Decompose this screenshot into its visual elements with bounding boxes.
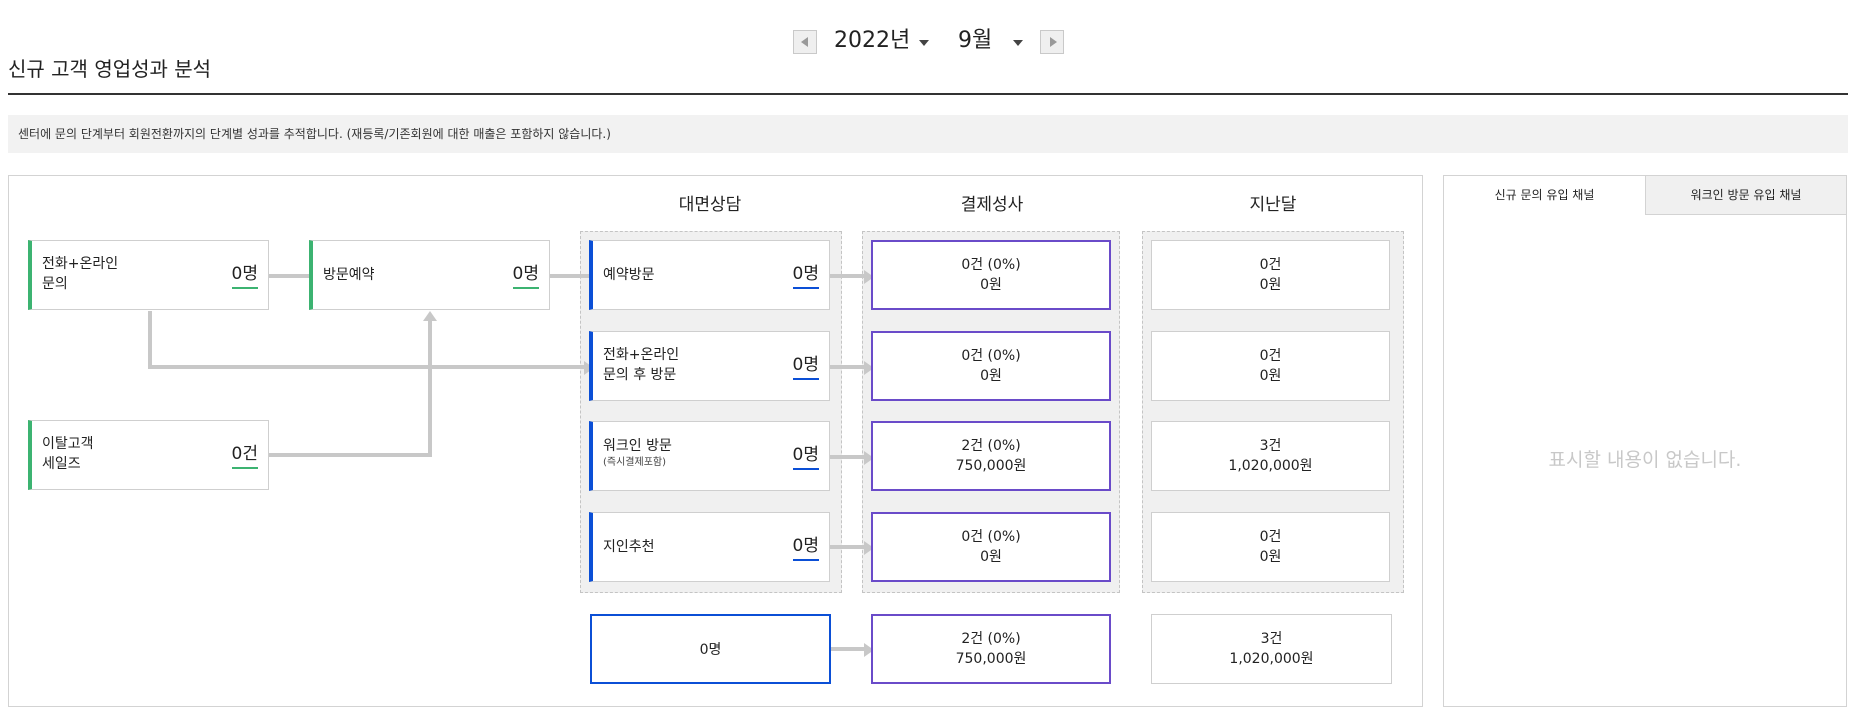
month-select[interactable]: 9월 — [958, 27, 992, 55]
tab-walkin-channel[interactable]: 워크인 방문 유입 채널 — [1645, 175, 1847, 215]
year-value: 2022년 — [834, 28, 911, 53]
year-select[interactable]: 2022년 — [834, 27, 910, 55]
payment-amount: 0원 — [980, 368, 1002, 384]
consult-row-reserved-visit[interactable]: 예약방문 0명 — [589, 240, 830, 310]
last-month-cases: 0건 — [1259, 348, 1282, 364]
connector-line — [829, 455, 869, 459]
prev-month-button[interactable] — [793, 30, 817, 54]
payment-cell[interactable]: 0건 (0%) 0원 — [871, 240, 1111, 310]
consult-count[interactable]: 0명 — [792, 535, 819, 561]
inflow-label: 방문예약 — [323, 267, 375, 283]
month-dropdown-icon[interactable] — [1013, 40, 1023, 46]
inflow-count[interactable]: 0명 — [231, 263, 258, 289]
total-last-month: 3건 1,020,000원 — [1151, 614, 1392, 684]
payment-cell[interactable]: 0건 (0%) 0원 — [871, 512, 1111, 582]
connector-line — [829, 274, 869, 278]
last-month-amount: 0원 — [1259, 549, 1282, 565]
inflow-count[interactable]: 0명 — [512, 263, 539, 289]
payment-cases: 0건 (0%) — [961, 348, 1021, 364]
payment-amount: 0원 — [980, 277, 1002, 293]
consult-row-referral[interactable]: 지인추천 0명 — [589, 512, 830, 582]
last-month-cases: 0건 — [1259, 257, 1282, 273]
last-month-cell: 0건 0원 — [1151, 240, 1390, 310]
last-month-cell: 3건 1,020,000원 — [1151, 421, 1390, 491]
connector-line — [269, 453, 432, 457]
month-value: 9월 — [958, 28, 993, 53]
last-month-amount: 1,020,000원 — [1228, 458, 1313, 474]
connector-line — [829, 545, 869, 549]
arrow-up-icon — [423, 311, 437, 321]
last-month-amount: 0원 — [1259, 368, 1282, 384]
total-payment-cases: 2건 (0%) — [961, 631, 1021, 647]
empty-state-message: 표시할 내용이 없습니다. — [1548, 449, 1742, 471]
last-month-cases: 3건 — [1259, 438, 1282, 454]
total-payment[interactable]: 2건 (0%) 750,000원 — [871, 614, 1111, 684]
consult-label: 예약방문 — [603, 267, 655, 283]
consult-count[interactable]: 0명 — [792, 354, 819, 380]
inflow-count[interactable]: 0건 — [231, 443, 258, 469]
connector-line — [428, 321, 432, 457]
connector-line — [829, 365, 869, 369]
consult-label: 전화+온라인 문의 후 방문 — [603, 347, 680, 383]
connector-line — [148, 365, 584, 369]
column-header-last-month: 지난달 — [1249, 195, 1297, 215]
last-month-amount: 0원 — [1259, 277, 1282, 293]
total-consult-count: 0명 — [699, 642, 722, 658]
total-last-month-amount: 1,020,000원 — [1229, 651, 1314, 667]
last-month-cell: 0건 0원 — [1151, 331, 1390, 401]
inflow-label: 이탈고객 세일즈 — [42, 436, 94, 472]
payment-cell[interactable]: 2건 (0%) 750,000원 — [871, 421, 1111, 491]
consult-row-walkin[interactable]: 워크인 방문 (즉시결제포함) 0명 — [589, 421, 830, 491]
title-divider — [8, 93, 1848, 95]
connector-line — [148, 311, 152, 369]
consult-row-inquiry-visit[interactable]: 전화+온라인 문의 후 방문 0명 — [589, 331, 830, 401]
payment-cell[interactable]: 0건 (0%) 0원 — [871, 331, 1111, 401]
info-bar: 센터에 문의 단계부터 회원전환까지의 단계별 성과를 추적합니다. (재등록/… — [8, 115, 1848, 153]
connector-line — [829, 647, 869, 651]
column-header-consult: 대면상담 — [678, 195, 742, 215]
tab-inquiry-channel[interactable]: 신규 문의 유입 채널 — [1443, 175, 1646, 215]
consult-label: 워크인 방문 — [603, 438, 672, 454]
consult-label-group: 워크인 방문 (즉시결제포함) — [603, 436, 672, 470]
total-payment-amount: 750,000원 — [955, 651, 1027, 667]
inflow-inquiry[interactable]: 전화+온라인 문의 0명 — [28, 240, 269, 310]
connector-line — [269, 274, 311, 278]
last-month-cases: 0건 — [1259, 529, 1282, 545]
last-month-cell: 0건 0원 — [1151, 512, 1390, 582]
payment-cases: 2건 (0%) — [961, 438, 1021, 454]
channel-panel — [1443, 175, 1847, 707]
payment-cases: 0건 (0%) — [961, 529, 1021, 545]
connector-line — [549, 274, 591, 278]
payment-cases: 0건 (0%) — [961, 257, 1021, 273]
payment-amount: 0원 — [980, 549, 1002, 565]
next-month-button[interactable] — [1040, 30, 1064, 54]
consult-label: 지인추천 — [603, 539, 655, 555]
total-consult: 0명 — [590, 614, 831, 684]
payment-amount: 750,000원 — [955, 458, 1027, 474]
consult-count[interactable]: 0명 — [792, 444, 819, 470]
inflow-reservation[interactable]: 방문예약 0명 — [309, 240, 550, 310]
consult-count[interactable]: 0명 — [792, 263, 819, 289]
inflow-churned-sales[interactable]: 이탈고객 세일즈 0건 — [28, 420, 269, 490]
consult-sublabel: (즉시결제포함) — [603, 457, 667, 468]
total-last-month-cases: 3건 — [1260, 631, 1283, 647]
column-header-payment: 결제성사 — [960, 195, 1024, 215]
page-title: 신규 고객 영업성과 분석 — [8, 57, 212, 81]
inflow-label: 전화+온라인 문의 — [42, 256, 119, 292]
year-dropdown-icon[interactable] — [919, 40, 929, 46]
